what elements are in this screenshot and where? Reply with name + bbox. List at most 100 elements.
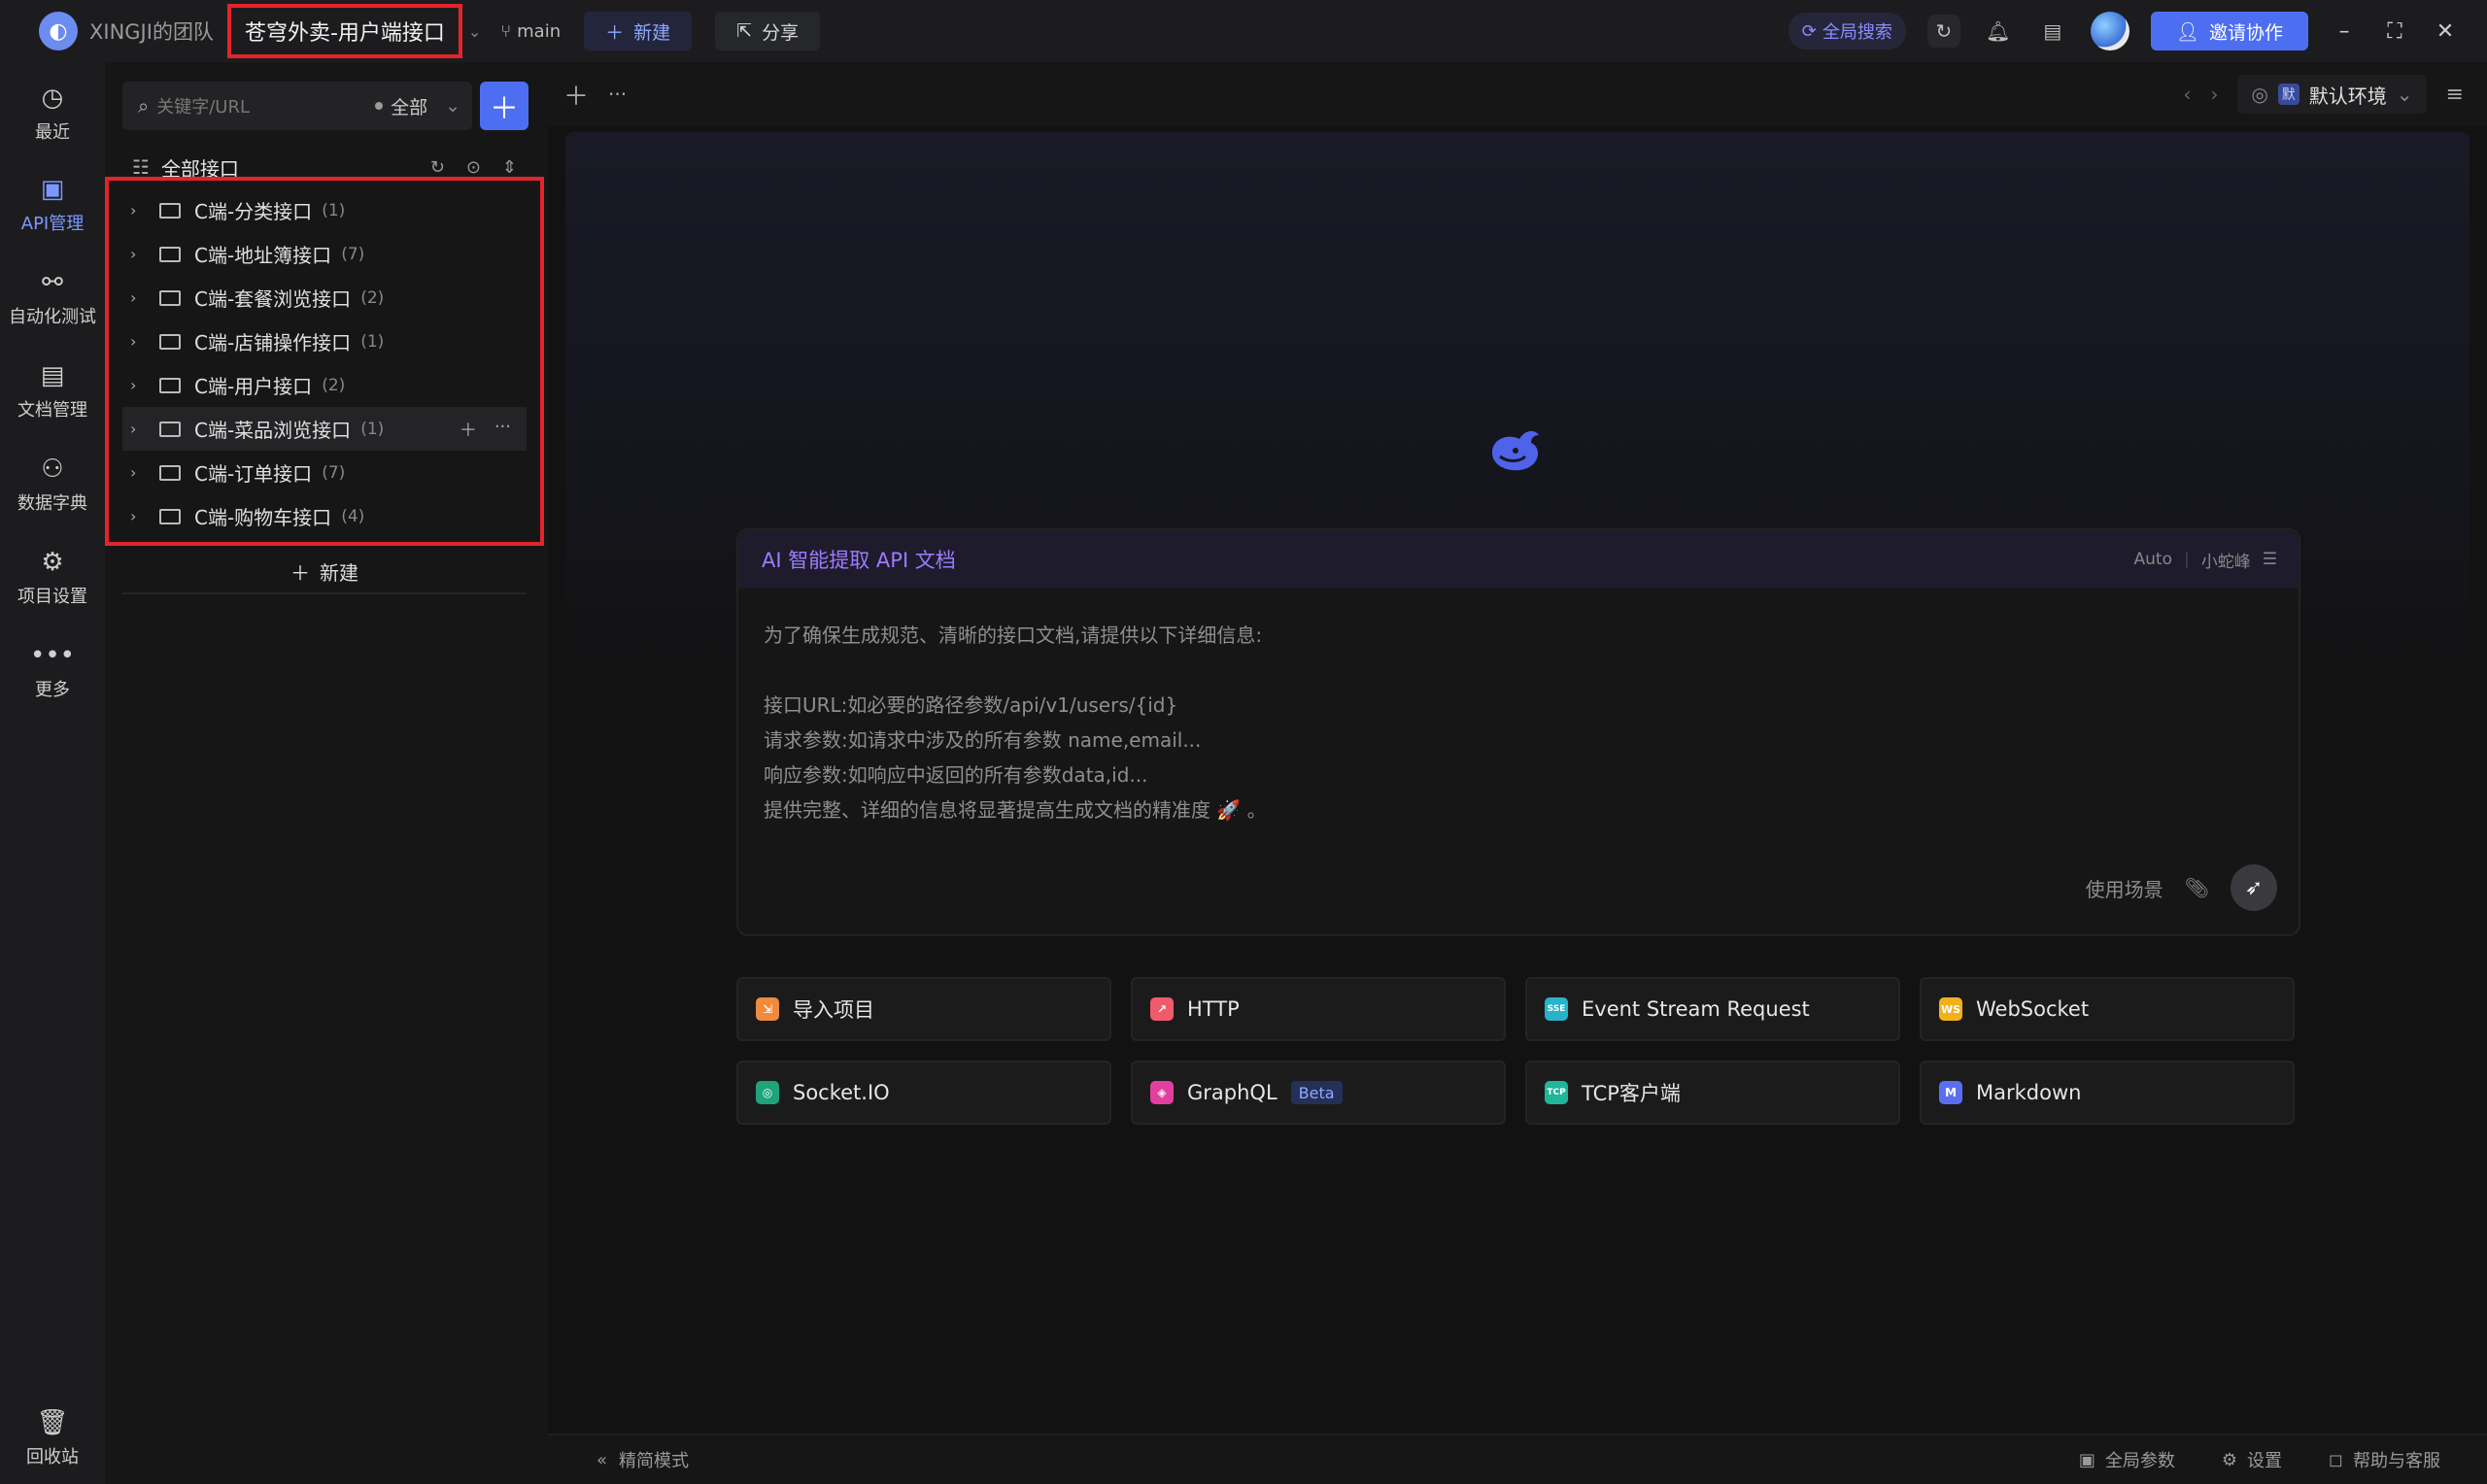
help-button[interactable]: ◻ 帮助与客服 <box>2329 1447 2440 1472</box>
search-icon: ⟳ <box>1801 20 1817 42</box>
usage-scene-button[interactable]: 使用场景 <box>2086 874 2163 902</box>
filter-value: 全部 <box>391 96 428 118</box>
rail-item-dictionary[interactable]: ⚇ 数据字典 <box>0 455 105 515</box>
folder-item[interactable]: › C端-地址簿接口 (7) <box>122 232 527 276</box>
sync-icon[interactable]: ↻ <box>1926 15 1960 48</box>
folder-item[interactable]: › C端-分类接口 (1) <box>122 188 527 232</box>
chevron-right-icon[interactable]: › <box>2210 83 2218 106</box>
chevron-right-icon[interactable]: › <box>130 245 152 263</box>
folder-name: C端-套餐浏览接口 <box>194 287 352 311</box>
menu-icon[interactable]: ≡ <box>2446 83 2464 107</box>
rail-item-automation[interactable]: ⚯ 自动化测试 <box>0 268 105 328</box>
rail-item-api[interactable]: ▣ API管理 <box>0 175 105 235</box>
more-icon[interactable]: ··· <box>494 417 511 442</box>
ai-card-title: AI 智能提取 API 文档 <box>762 549 956 572</box>
compact-mode-toggle[interactable]: « 精简模式 <box>596 1447 689 1472</box>
global-search-button[interactable]: ⟳ 全局搜索 <box>1788 13 1906 50</box>
global-params-button[interactable]: ▣ 全局参数 <box>2079 1447 2175 1472</box>
send-rocket-icon[interactable]: ➶ <box>2231 864 2277 911</box>
quick-import-project[interactable]: ⇲ 导入项目 <box>736 977 1111 1041</box>
rail-label: 数据字典 <box>17 493 87 514</box>
left-rail: ◷ 最近 ▣ API管理 ⚯ 自动化测试 ▤ 文档管理 ⚇ 数据字典 ⚙ 项目设… <box>0 62 105 1484</box>
quick-tcp-client[interactable]: TCP TCP客户端 <box>1525 1061 1900 1125</box>
folder-item[interactable]: › C端-购物车接口 (4) <box>122 494 527 538</box>
folder-name: C端-地址簿接口 <box>194 244 332 267</box>
refresh-icon[interactable]: ↻ <box>430 157 445 178</box>
new-folder-button[interactable]: ＋ 新建 <box>122 550 527 594</box>
expand-collapse-icon[interactable]: ⇕ <box>502 157 517 178</box>
chevron-right-icon[interactable]: › <box>130 332 152 351</box>
chevron-right-icon[interactable]: › <box>130 288 152 307</box>
rail-item-settings[interactable]: ⚙ 项目设置 <box>0 548 105 608</box>
folder-item[interactable]: › C端-菜品浏览接口 (1) ＋ ··· <box>122 407 527 451</box>
attachment-icon[interactable]: 📎︎ <box>2185 876 2209 899</box>
avatar[interactable] <box>2090 12 2129 51</box>
rail-item-docs[interactable]: ▤ 文档管理 <box>0 361 105 422</box>
ai-mode[interactable]: Auto <box>2134 550 2172 569</box>
rail-item-more[interactable]: ••• 更多 <box>0 641 105 701</box>
tab-strip: ＋ ··· ‹ › ◎ 默 默认环境 ⌄ ≡ <box>548 62 2487 126</box>
quick-event-stream[interactable]: SSE Event Stream Request <box>1525 977 1900 1041</box>
sse-icon: SSE <box>1545 997 1568 1021</box>
ai-assistant[interactable]: 小蛇峰 <box>2201 548 2251 572</box>
project-selector[interactable]: 苍穹外卖-用户端接口 <box>226 4 462 58</box>
chevron-right-icon[interactable]: › <box>130 420 152 438</box>
chevron-right-icon[interactable]: › <box>130 463 152 482</box>
folder-item[interactable]: › C端-套餐浏览接口 (2) <box>122 276 527 320</box>
double-chevron-left-icon: « <box>596 1449 608 1470</box>
environment-selector[interactable]: ◎ 默 默认环境 ⌄ <box>2237 75 2427 114</box>
folder-count: (7) <box>322 462 346 483</box>
bell-icon[interactable]: 🔔︎ <box>1982 15 2015 48</box>
new-folder-label: 新建 <box>320 560 358 585</box>
chevron-down-icon[interactable]: ⌄ <box>468 22 481 41</box>
folder-item[interactable]: › C端-店铺操作接口 (1) <box>122 320 527 363</box>
more-icon[interactable]: ··· <box>608 83 627 106</box>
title-bar: ◐ XINGJI的团队 苍穹外卖-用户端接口 ⌄ ⑂ main ＋ 新建 ⇱ 分… <box>0 0 2487 62</box>
rail-item-trash[interactable]: 🗑︎ 回收站 <box>0 1408 105 1468</box>
ai-hint-line: 提供完整、详细的信息将显著提高生成文档的精准度 🚀 。 <box>764 798 1267 822</box>
chevron-right-icon[interactable]: › <box>130 507 152 525</box>
folder-item[interactable]: › C端-订单接口 (7) <box>122 451 527 494</box>
folder-icon <box>159 508 181 524</box>
folder-item[interactable]: › C端-用户接口 (2) <box>122 363 527 407</box>
sliders-icon[interactable]: ☰ <box>2263 550 2277 569</box>
rail-label: 最近 <box>35 122 70 143</box>
settings-button[interactable]: ⚙ 设置 <box>2222 1447 2282 1472</box>
ai-card-header: AI 智能提取 API 文档 Auto | 小蛇峰 ☰ <box>738 530 2299 589</box>
chevron-right-icon[interactable]: › <box>130 201 152 219</box>
chevron-down-icon: ⌄ <box>445 95 460 117</box>
locate-icon[interactable]: ⊙ <box>466 157 481 178</box>
invite-button[interactable]: 👤︎ 邀请协作 <box>2150 12 2308 51</box>
plus-icon[interactable]: ＋ <box>460 417 477 442</box>
minimize-icon[interactable]: – <box>2330 19 2359 44</box>
close-icon[interactable]: ✕ <box>2431 19 2460 44</box>
quick-graphql[interactable]: ◈ GraphQL Beta <box>1131 1061 1506 1125</box>
filter-select[interactable]: 全部 ⌄ <box>375 93 460 119</box>
search-input[interactable]: ⌕ 关键字/URL 全部 ⌄ <box>122 82 472 130</box>
branch-selector[interactable]: ⑂ main <box>500 21 561 42</box>
quick-socketio[interactable]: ◎ Socket.IO <box>736 1061 1111 1125</box>
quick-websocket[interactable]: WS WebSocket <box>1920 977 2295 1041</box>
maximize-icon[interactable]: ⛶ <box>2380 19 2409 44</box>
folder-name: C端-用户接口 <box>194 375 313 398</box>
new-button[interactable]: ＋ 新建 <box>584 12 693 51</box>
new-tab-icon[interactable]: ＋ <box>563 77 589 113</box>
message-icon[interactable]: ▤ <box>2036 15 2069 48</box>
team-name[interactable]: XINGJI的团队 <box>89 17 214 46</box>
global-search-label: 全局搜索 <box>1822 22 1892 43</box>
ai-hint-line: 请求参数:如请求中涉及的所有参数 name,email... <box>764 728 1202 752</box>
chevron-right-icon[interactable]: › <box>130 376 152 394</box>
quick-http[interactable]: ↗ HTTP <box>1131 977 1506 1041</box>
chevron-left-icon[interactable]: ‹ <box>2183 83 2191 106</box>
rail-item-recent[interactable]: ◷ 最近 <box>0 84 105 144</box>
share-button[interactable]: ⇱ 分享 <box>715 12 821 51</box>
ai-prompt-input[interactable]: 为了确保生成规范、清晰的接口文档,请提供以下详细信息: 接口URL:如必要的路径… <box>738 589 2299 857</box>
add-api-button[interactable]: ＋ <box>480 82 528 130</box>
status-bar: « 精简模式 ▣ 全局参数 ⚙ 设置 ◻ 帮助与客服 <box>548 1433 2487 1484</box>
quick-markdown[interactable]: M Markdown <box>1920 1061 2295 1125</box>
ai-intro: 为了确保生成规范、清晰的接口文档,请提供以下详细信息: <box>764 624 1263 647</box>
folder-name: C端-订单接口 <box>194 462 313 486</box>
folder-count: (2) <box>322 375 346 395</box>
folder-name: C端-分类接口 <box>194 200 313 223</box>
quick-label: GraphQL <box>1187 1081 1278 1104</box>
